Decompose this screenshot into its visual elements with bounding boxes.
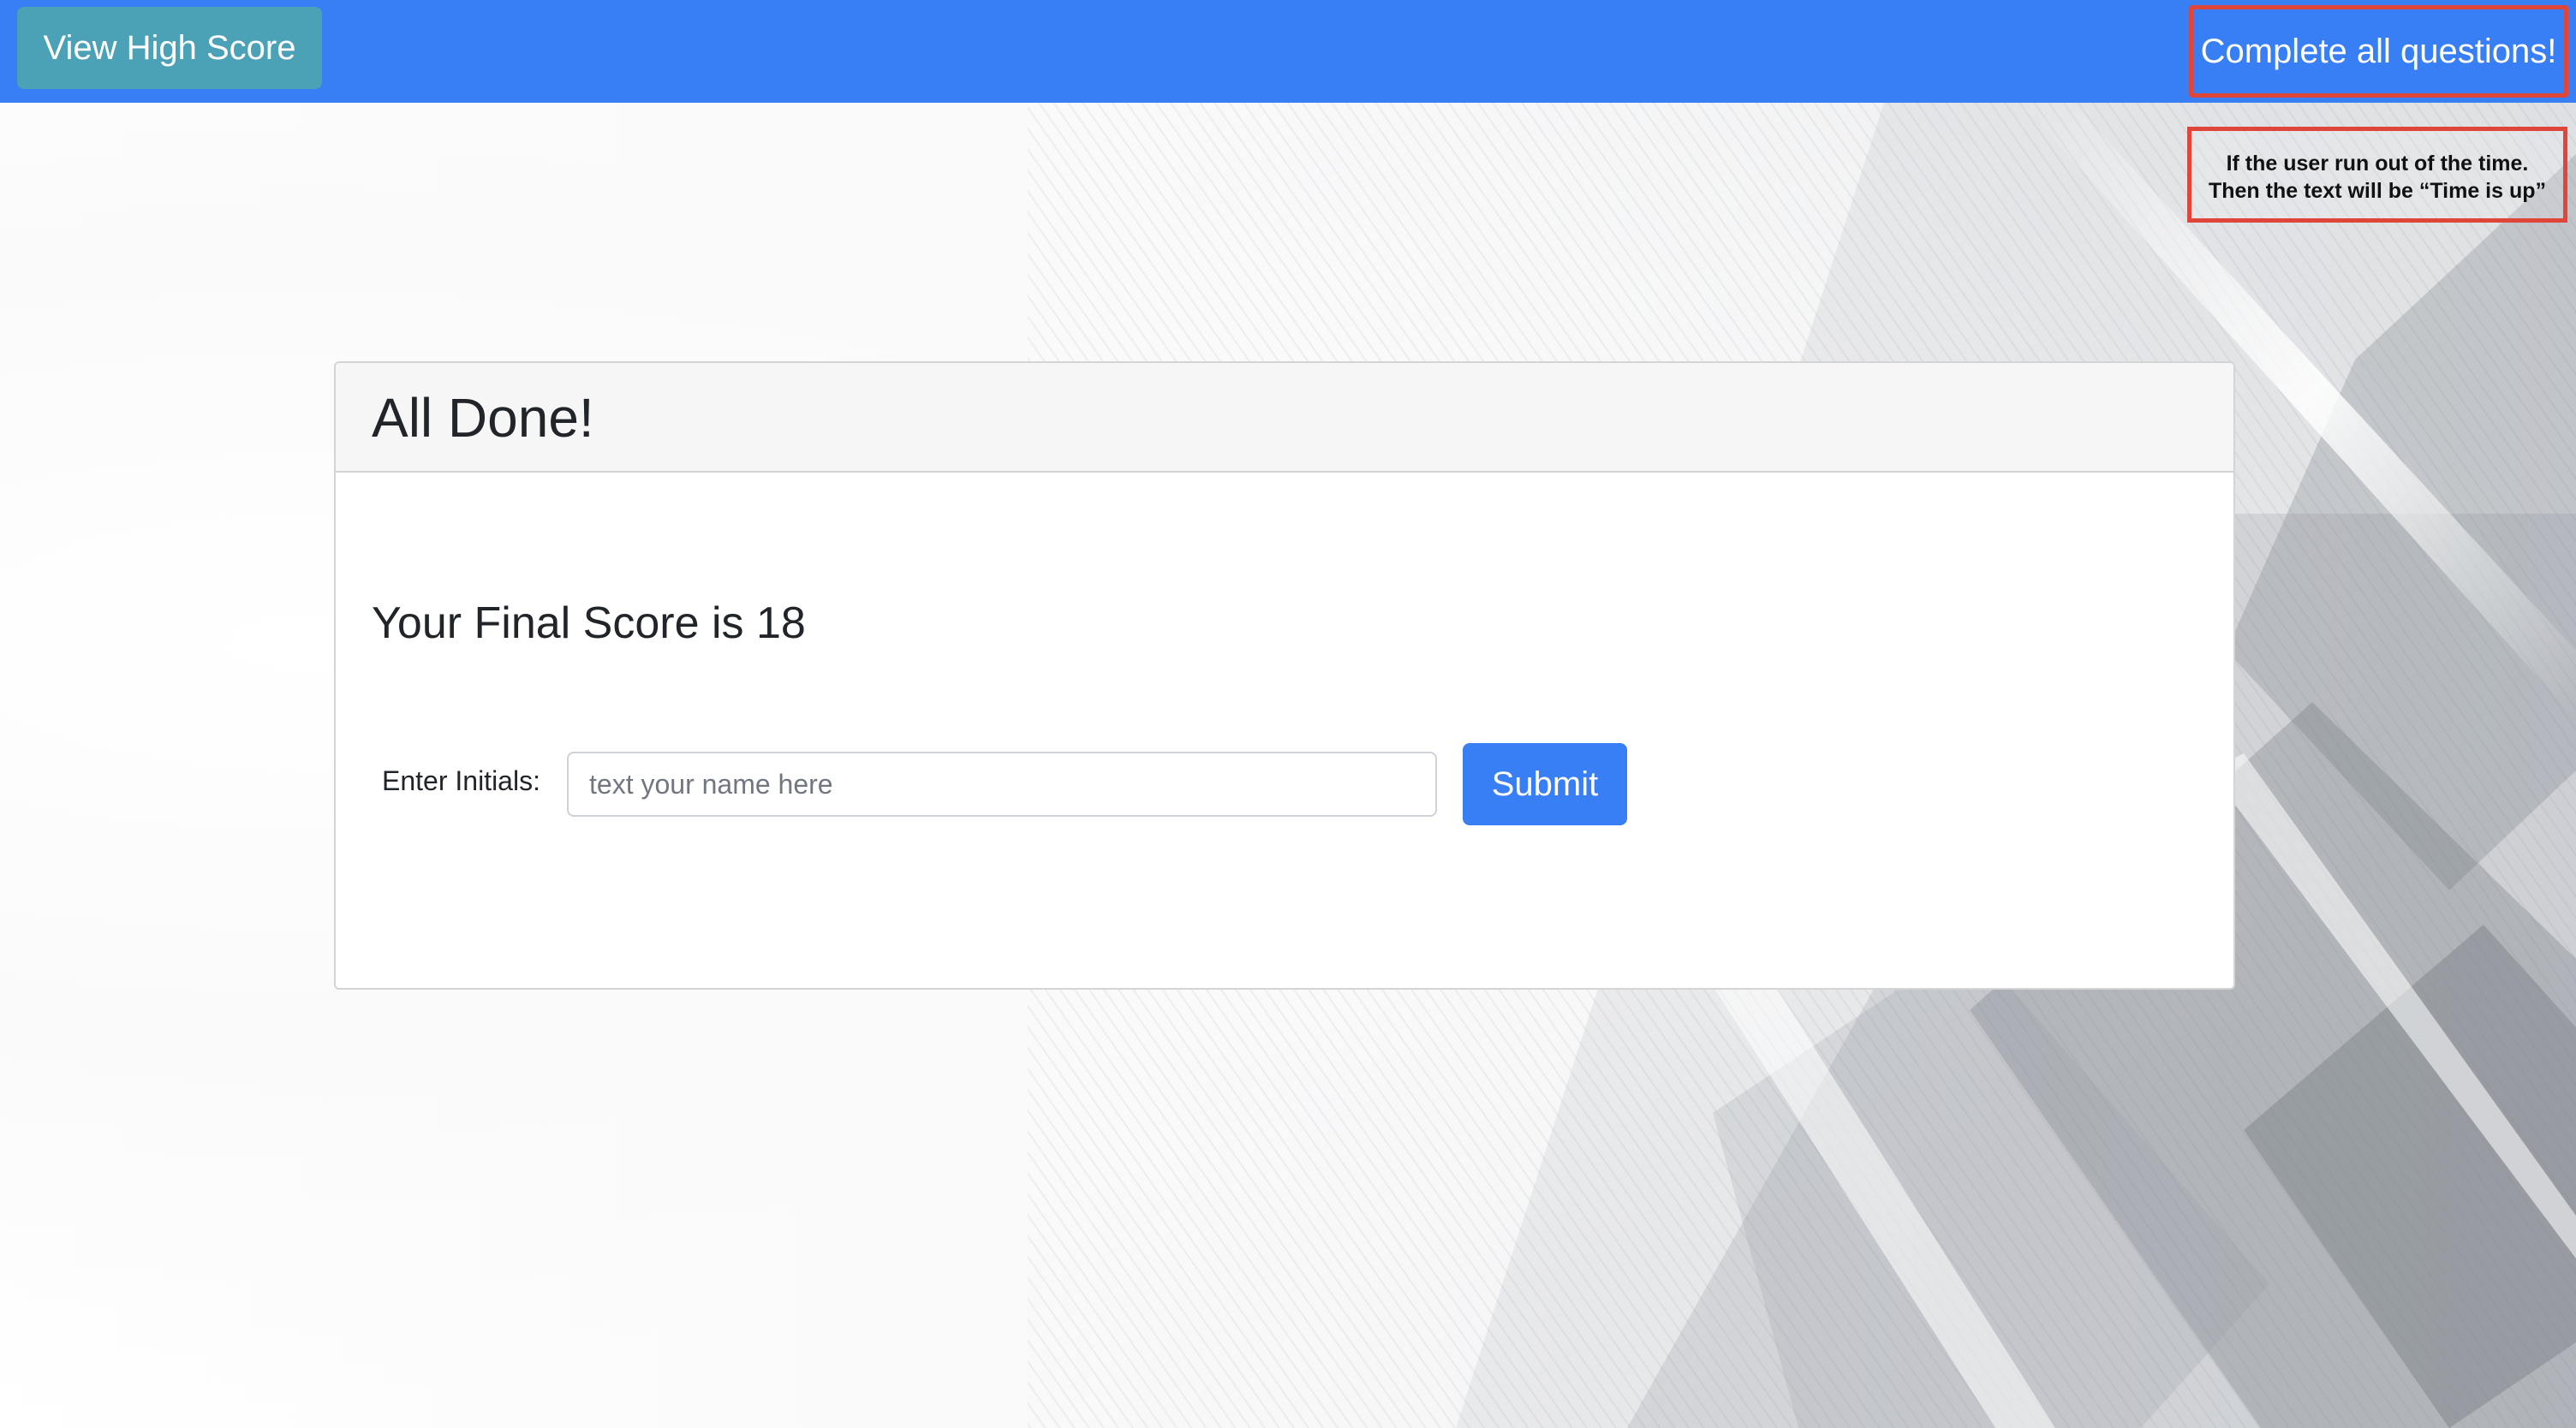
top-bar: View High Score Complete all questions!	[0, 0, 2576, 103]
card-header: All Done!	[336, 363, 2233, 473]
annotation-note: If the user run out of the time. Then th…	[2187, 127, 2567, 223]
annotation-line: If the user run out of the time.	[2226, 152, 2529, 176]
results-card: All Done! Your Final Score is 18 Enter I…	[334, 361, 2235, 990]
annotation-line: Then the text will be “Time is up”	[2208, 179, 2547, 203]
final-score-text: Your Final Score is 18	[372, 598, 806, 648]
initials-label: Enter Initials:	[382, 765, 540, 796]
submit-button[interactable]: Submit	[1463, 743, 1627, 825]
initials-input[interactable]	[567, 752, 1437, 817]
view-high-score-button[interactable]: View High Score	[17, 7, 322, 89]
status-text: Complete all questions!	[2189, 5, 2568, 98]
card-title: All Done!	[372, 387, 594, 449]
